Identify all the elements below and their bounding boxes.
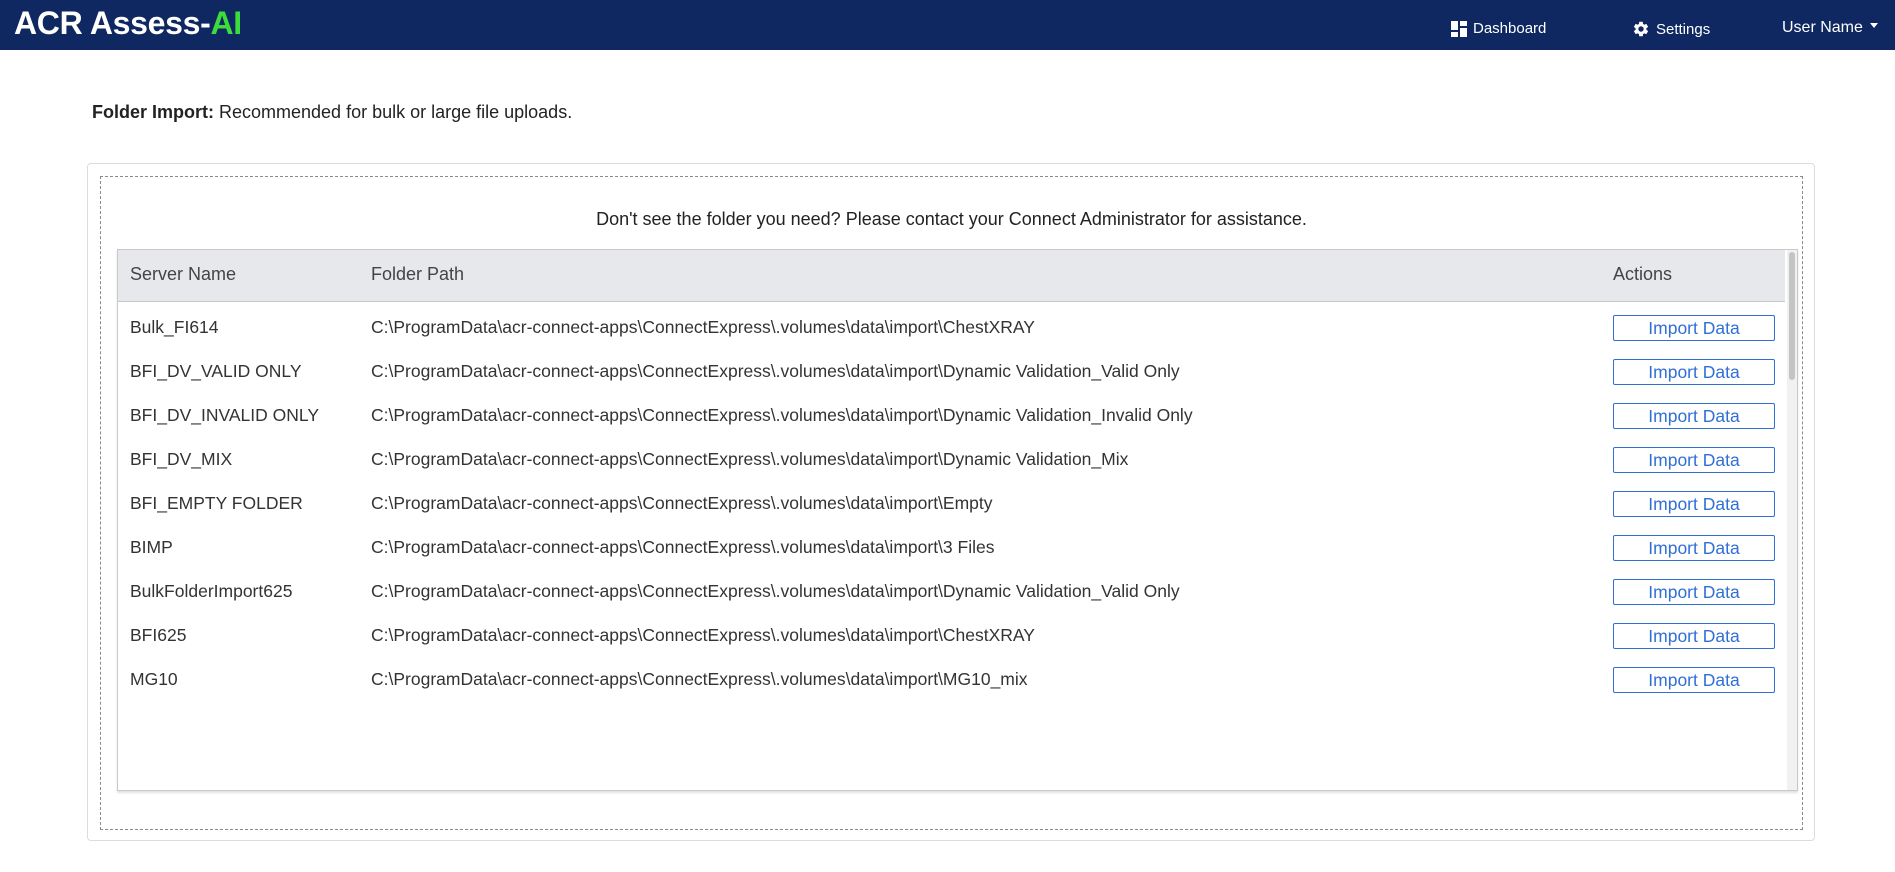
dashboard-icon: [1451, 20, 1467, 37]
server-name-cell: BFI_DV_VALID ONLY: [130, 361, 302, 381]
import-data-button[interactable]: Import Data: [1613, 359, 1775, 385]
nav-settings-link[interactable]: Settings: [1632, 20, 1710, 38]
scrollbar-thumb[interactable]: [1789, 252, 1795, 380]
nav-settings-label: Settings: [1656, 20, 1711, 38]
gear-icon: [1633, 21, 1649, 37]
folder-path-cell: C:\ProgramData\acr-connect-apps\ConnectE…: [371, 669, 1028, 689]
import-data-button[interactable]: Import Data: [1613, 667, 1775, 693]
header-actions: Actions: [1613, 264, 1673, 284]
folder-table: Server Name Folder Path Actions Bulk_FI6…: [117, 249, 1798, 791]
contact-admin-notice: Don't see the folder you need? Please co…: [596, 209, 1307, 229]
folder-path-cell: C:\ProgramData\acr-connect-apps\ConnectE…: [371, 317, 1035, 337]
folder-path-cell: C:\ProgramData\acr-connect-apps\ConnectE…: [371, 405, 1193, 425]
folder-list-panel: Don't see the folder you need? Please co…: [100, 176, 1803, 830]
intro-label: Folder Import:: [92, 102, 214, 122]
folder-path-cell: C:\ProgramData\acr-connect-apps\ConnectE…: [371, 625, 1035, 645]
table-header: Server Name Folder Path Actions: [118, 250, 1785, 302]
table-row: MG10 C:\ProgramData\acr-connect-apps\Con…: [118, 654, 1785, 707]
folder-import-card: Don't see the folder you need? Please co…: [87, 163, 1815, 841]
folder-path-cell: C:\ProgramData\acr-connect-apps\ConnectE…: [371, 581, 1180, 601]
user-name-label: User Name: [1782, 19, 1863, 36]
import-data-button[interactable]: Import Data: [1613, 579, 1775, 605]
caret-down-icon: [1869, 22, 1878, 28]
server-name-cell: BulkFolderImport625: [130, 581, 293, 601]
server-name-cell: Bulk_FI614: [130, 317, 219, 337]
brand-accent: AI: [210, 5, 242, 41]
import-data-button[interactable]: Import Data: [1613, 491, 1775, 517]
server-name-cell: BFI_DV_INVALID ONLY: [130, 405, 319, 425]
user-menu-toggle[interactable]: User Name: [1782, 19, 1878, 37]
intro-text: Recommended for bulk or large file uploa…: [214, 102, 573, 122]
folder-path-cell: C:\ProgramData\acr-connect-apps\ConnectE…: [371, 449, 1129, 469]
nav-dashboard-link[interactable]: Dashboard: [1451, 20, 1546, 37]
server-name-cell: BIMP: [130, 537, 173, 557]
table-scrollbar[interactable]: [1787, 250, 1797, 790]
import-data-button[interactable]: Import Data: [1613, 447, 1775, 473]
header-folder-path: Folder Path: [371, 264, 465, 284]
import-data-button[interactable]: Import Data: [1613, 535, 1775, 561]
folder-path-cell: C:\ProgramData\acr-connect-apps\ConnectE…: [371, 361, 1180, 381]
folder-import-intro: Folder Import: Recommended for bulk or l…: [92, 102, 572, 123]
import-data-button[interactable]: Import Data: [1613, 403, 1775, 429]
folder-path-cell: C:\ProgramData\acr-connect-apps\ConnectE…: [371, 537, 995, 557]
folder-path-cell: C:\ProgramData\acr-connect-apps\ConnectE…: [371, 493, 993, 513]
import-data-button[interactable]: Import Data: [1613, 315, 1775, 341]
server-name-cell: BFI_EMPTY FOLDER: [130, 493, 303, 513]
nav-dashboard-label: Dashboard: [1473, 20, 1547, 37]
app-logo[interactable]: ACR Assess-AI: [14, 5, 242, 42]
server-name-cell: BFI_DV_MIX: [130, 449, 233, 469]
import-data-button[interactable]: Import Data: [1613, 623, 1775, 649]
brand-name: ACR Assess-: [14, 5, 211, 41]
server-name-cell: MG10: [130, 669, 178, 689]
header-server-name: Server Name: [130, 264, 237, 284]
server-name-cell: BFI625: [130, 625, 187, 645]
top-navbar: ACR Assess-AI Dashboard Settings User Na…: [0, 0, 1895, 50]
